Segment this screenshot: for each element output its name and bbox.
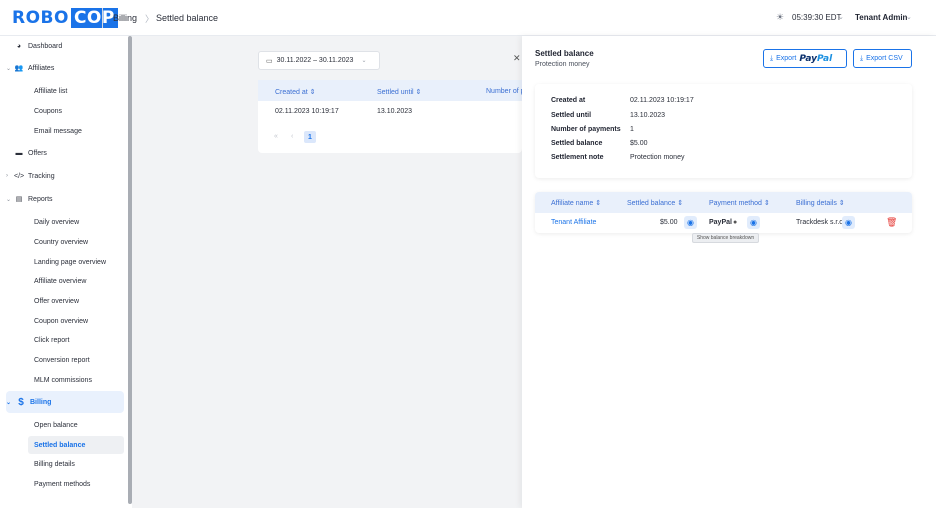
chevron-down-icon[interactable]: ⌄ <box>906 13 912 21</box>
code-icon: </> <box>14 172 25 180</box>
sidebar-item-affiliate-list[interactable]: Affiliate list <box>34 82 67 100</box>
chart-icon: ▤ <box>15 196 23 203</box>
info-icon[interactable]: ● <box>733 219 737 226</box>
logo-text-robo: ROBO <box>12 8 69 28</box>
breadcrumb-separator: 〉 <box>145 14 155 24</box>
sidebar-item-affiliates[interactable]: ⌄ 👥 Affiliates <box>6 58 55 78</box>
sidebar-item-reports[interactable]: ⌄ ▤ Reports <box>6 189 53 209</box>
sidebar-item-label: Tracking <box>28 172 55 180</box>
detail-value-settled-balance: $5.00 <box>630 140 648 147</box>
user-menu[interactable]: Tenant Admin <box>855 13 907 22</box>
column-header-created-at[interactable]: Created at ⇕ <box>275 88 316 96</box>
sidebar-item-conversion-report[interactable]: Conversion report <box>34 351 90 369</box>
sidebar-item-label: Affiliates <box>28 64 55 72</box>
eye-icon[interactable]: ◉ <box>684 216 697 229</box>
eye-icon[interactable]: ◉ <box>747 216 760 229</box>
column-header-payment-method[interactable]: Payment method ⇕ <box>709 199 770 207</box>
sidebar-item-daily-overview[interactable]: Daily overview <box>34 213 79 231</box>
column-header-settled-balance[interactable]: Settled balance ⇕ <box>627 199 683 207</box>
column-header-affiliate-name[interactable]: Affiliate name ⇕ <box>551 199 601 207</box>
export-paypal-button[interactable]: ⤓ Export PayPal <box>763 49 847 68</box>
download-icon: ⤓ <box>770 54 774 62</box>
sidebar-item-click-report[interactable]: Click report <box>34 331 69 349</box>
users-icon: 👥 <box>14 65 24 72</box>
sidebar-item-open-balance[interactable]: Open balance <box>34 416 78 434</box>
close-drawer-icon[interactable]: ✕ <box>513 53 521 64</box>
dashboard-icon: ◕ <box>16 42 22 50</box>
chevron-down-icon: ⌄ <box>6 196 12 203</box>
detail-label-settled-balance: Settled balance <box>551 140 603 147</box>
paypal-logo: PayPal <box>799 53 833 64</box>
sidebar-item-affiliate-overview[interactable]: Affiliate overview <box>34 272 86 290</box>
breadcrumb-settled-balance: Settled balance <box>156 13 219 23</box>
sidebar-item-billing-details[interactable]: Billing details <box>34 455 75 473</box>
pagination-prev[interactable]: ‹ <box>291 133 293 140</box>
offers-icon: ▬ <box>15 149 23 157</box>
sidebar-item-landing-page-overview[interactable]: Landing page overview <box>34 253 106 271</box>
detail-label-settled-until: Settled until <box>551 112 592 119</box>
sidebar-item-coupons[interactable]: Coupons <box>34 102 62 120</box>
drawer-subtitle: Protection money <box>535 61 590 68</box>
chevron-right-icon: › <box>6 173 8 179</box>
theme-toggle-icon[interactable]: ☀ <box>776 12 784 23</box>
sidebar-item-label: Reports <box>28 195 53 203</box>
detail-value-created-at: 02.11.2023 10:19:17 <box>630 97 694 104</box>
download-icon: ⤓ <box>860 54 864 62</box>
top-bar: ROBO COP Billing 〉 Settled balance ☀ 05:… <box>0 0 936 36</box>
detail-label-created-at: Created at <box>551 97 586 104</box>
sidebar-item-mlm-commissions[interactable]: MLM commissions <box>34 371 92 389</box>
sidebar-item-settled-balance[interactable]: Settled balance <box>34 436 85 454</box>
sidebar-item-coupon-overview[interactable]: Coupon overview <box>34 312 88 330</box>
pagination-first[interactable]: « <box>274 133 278 140</box>
export-csv-button[interactable]: ⤓ Export CSV <box>853 49 912 68</box>
eye-icon[interactable]: ◉ <box>842 216 855 229</box>
detail-label-settlement-note: Settlement note <box>551 154 604 161</box>
detail-value-settled-until: 13.10.2023 <box>630 112 666 119</box>
sidebar-item-offers[interactable]: ▬ Offers <box>14 143 47 163</box>
sidebar-item-label: Billing <box>30 398 52 406</box>
column-header-billing-details[interactable]: Billing details ⇕ <box>796 199 845 207</box>
detail-value-settlement-note: Protection money <box>630 154 685 161</box>
chevron-down-icon[interactable]: ⌄ <box>838 13 844 21</box>
sidebar-item-tracking[interactable]: › </> Tracking <box>6 166 55 186</box>
cell-settled-until[interactable]: 13.10.2023 <box>377 108 412 115</box>
sidebar-item-label: Dashboard <box>28 42 63 50</box>
cell-created-at[interactable]: 02.11.2023 10:19:17 <box>275 108 339 115</box>
sidebar-item-payment-methods[interactable]: Payment methods <box>34 475 90 493</box>
pagination-page-1[interactable]: 1 <box>304 131 316 143</box>
chevron-down-icon: ⌄ <box>6 65 12 72</box>
column-header-number-of-payments[interactable]: Number of p <box>486 88 525 95</box>
header-divider <box>102 8 103 28</box>
sidebar-item-billing[interactable]: ⌄ $ Billing <box>6 392 52 412</box>
sidebar-item-email-message[interactable]: Email message <box>34 122 82 140</box>
chevron-down-icon: ⌄ <box>361 58 367 64</box>
cell-payment-method: PayPal <box>709 219 732 226</box>
calendar-icon: ▭ <box>266 57 273 65</box>
breadcrumb-billing[interactable]: Billing <box>113 13 137 23</box>
drawer-title: Settled balance <box>535 49 594 58</box>
trash-icon[interactable]: 🗑 <box>886 217 897 228</box>
date-range-value: 30.11.2022 – 30.11.2023 <box>276 57 354 64</box>
export-label: Export <box>776 55 797 62</box>
sidebar-item-offer-overview[interactable]: Offer overview <box>34 292 79 310</box>
export-csv-label: Export CSV <box>866 55 903 62</box>
detail-label-number-of-payments: Number of payments <box>551 126 621 133</box>
logo-text-cop: COP <box>70 8 118 28</box>
chevron-down-icon: ⌄ <box>6 399 12 406</box>
affiliate-link[interactable]: Tenant Affiliate <box>551 219 596 226</box>
date-range-picker[interactable]: ▭ 30.11.2022 – 30.11.2023 ⌄ <box>258 51 380 70</box>
sidebar-item-dashboard[interactable]: ◕ Dashboard <box>14 36 62 56</box>
sidebar-item-label: Offers <box>28 149 47 157</box>
column-header-settled-until[interactable]: Settled until ⇕ <box>377 88 421 96</box>
tooltip: Show balance breakdown <box>692 233 759 243</box>
sidebar-item-country-overview[interactable]: Country overview <box>34 233 88 251</box>
cell-billing-details: Trackdesk s.r.o. <box>796 219 846 226</box>
clock-display[interactable]: 05:39:30 EDT <box>792 13 841 22</box>
dollar-icon: $ <box>18 396 24 408</box>
detail-value-number-of-payments: 1 <box>630 126 634 133</box>
cell-settled-balance: $5.00 <box>660 219 678 226</box>
